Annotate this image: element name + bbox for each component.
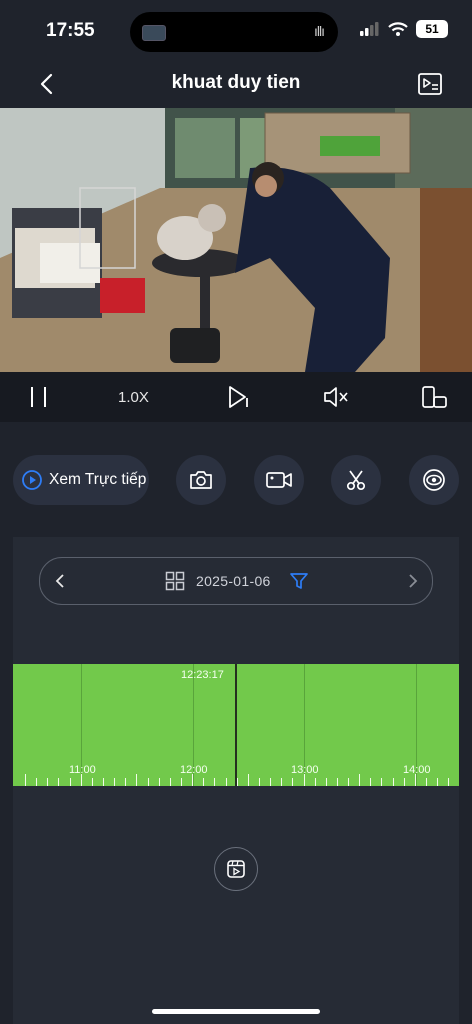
view-mode-button[interactable] (409, 455, 459, 505)
timeline-tick (214, 778, 215, 786)
record-button[interactable] (254, 455, 304, 505)
timeline-tick (81, 774, 82, 786)
status-time: 17:55 (46, 20, 95, 41)
recordings-button[interactable] (214, 847, 258, 891)
video-frame (0, 108, 472, 372)
timeline-tick (448, 778, 449, 786)
timeline-tick (437, 778, 438, 786)
timeline-tick (181, 778, 182, 786)
recordings-icon (227, 860, 245, 878)
eye-icon (423, 469, 445, 491)
dynamic-island: ıllı (130, 12, 338, 52)
timeline-tick (292, 778, 293, 786)
timeline-tick (114, 778, 115, 786)
playback-speed[interactable]: 1.0X (118, 389, 149, 406)
clip-button[interactable] (331, 455, 381, 505)
action-bar: Xem Trực tiếp (0, 452, 472, 508)
live-view-label: Xem Trực tiếp (49, 471, 147, 488)
timeline-tick (47, 778, 48, 786)
timeline-tick (381, 778, 382, 786)
battery-indicator: 51 (416, 20, 448, 38)
chevron-right-icon[interactable] (407, 573, 419, 589)
playback-panel: 2025-01-06 12:23:17 11:00 12:00 13:00 14… (13, 537, 459, 1024)
timeline-cursor-time: 12:23:17 (181, 669, 224, 681)
pause-icon[interactable] (28, 384, 50, 410)
header: khuat duy tien (0, 62, 472, 106)
timeline-tick (248, 774, 249, 786)
hour-label: 14:00 (403, 764, 431, 776)
audio-wave-icon: ıllı (314, 23, 325, 39)
timeline-tick (359, 774, 360, 786)
camera-icon (190, 471, 212, 489)
play-icon[interactable] (226, 384, 250, 410)
snapshot-button[interactable] (176, 455, 226, 505)
timeline-tick (125, 778, 126, 786)
playlist-icon (418, 73, 442, 95)
timeline-tick (415, 774, 416, 786)
mute-icon[interactable] (322, 384, 350, 410)
timeline-tick (337, 778, 338, 786)
timeline-tick (92, 778, 93, 786)
timeline-tick (136, 774, 137, 786)
hour-label: 11:00 (69, 764, 96, 776)
live-view-button[interactable]: Xem Trực tiếp (13, 455, 149, 505)
timeline-tick (103, 778, 104, 786)
timeline-tick (237, 778, 238, 786)
timeline-tick (259, 778, 260, 786)
timeline-tick (70, 778, 71, 786)
timeline-cursor[interactable] (235, 664, 237, 786)
playlist-button[interactable] (416, 70, 444, 98)
timeline-tick (159, 778, 160, 786)
timeline-tick (25, 774, 26, 786)
status-bar: 17:55 ıllı 51 (0, 0, 472, 62)
grid-icon[interactable] (165, 571, 185, 591)
timeline-tick (226, 778, 227, 786)
timeline-tick (404, 778, 405, 786)
record-video-icon (266, 472, 292, 488)
live-icon (22, 470, 42, 490)
timeline-tick (348, 778, 349, 786)
timeline-tick (370, 778, 371, 786)
timeline-tick (426, 778, 427, 786)
player-controls: 1.0X (0, 372, 472, 422)
chevron-left-icon[interactable] (54, 573, 66, 589)
status-icons: 51 (360, 20, 448, 38)
wifi-icon (388, 22, 408, 36)
date-selector: 2025-01-06 (39, 557, 433, 605)
timeline-tick (58, 778, 59, 786)
filter-icon[interactable] (289, 571, 309, 591)
signal-icon (360, 22, 379, 36)
timeline-tick (281, 778, 282, 786)
timeline-tick (192, 774, 193, 786)
timeline-tick (170, 778, 171, 786)
home-indicator (152, 1009, 320, 1014)
rotate-icon[interactable] (420, 384, 448, 410)
hour-label: 12:00 (180, 764, 208, 776)
timeline-tick (304, 774, 305, 786)
recording-timeline[interactable]: 12:23:17 11:00 12:00 13:00 14:00 (13, 664, 459, 786)
live-activity-thumbnail (142, 25, 166, 41)
scissors-icon (346, 470, 366, 491)
timeline-tick (326, 778, 327, 786)
date-label[interactable]: 2025-01-06 (196, 573, 271, 589)
page-title: khuat duy tien (171, 72, 301, 93)
timeline-tick (36, 778, 37, 786)
timeline-tick (393, 778, 394, 786)
timeline-tick (270, 778, 271, 786)
camera-video-feed[interactable] (0, 108, 472, 372)
timeline-tick (148, 778, 149, 786)
timeline-tick (315, 778, 316, 786)
timeline-tick (203, 778, 204, 786)
